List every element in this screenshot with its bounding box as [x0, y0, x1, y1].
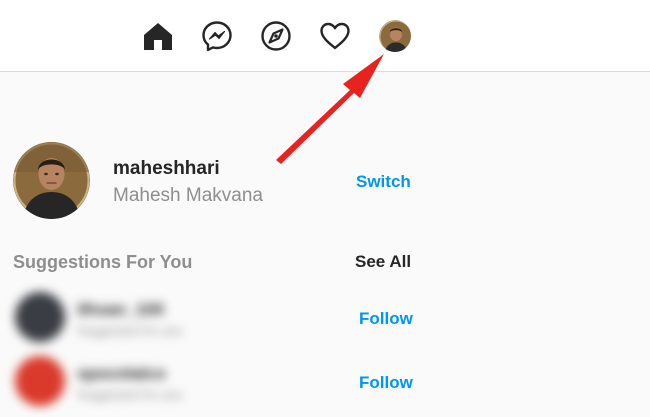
current-account-row: maheshhari Mahesh Makvana Switch [13, 142, 423, 220]
avatar[interactable] [13, 142, 90, 219]
blurred-subtitle: Suggested for you [77, 387, 183, 402]
top-nav-bar [0, 0, 650, 72]
see-all-button[interactable]: See All [355, 252, 411, 272]
list-item: spocnlalco Suggested for you Follow [13, 352, 413, 410]
follow-button[interactable]: Follow [359, 373, 413, 393]
suggestions-heading: Suggestions For You [13, 252, 193, 272]
full-name: Mahesh Makvana [113, 185, 263, 206]
switch-account-button[interactable]: Switch [356, 172, 411, 192]
home-icon[interactable] [141, 19, 175, 53]
username[interactable]: maheshhari [113, 158, 220, 180]
blurred-username[interactable]: ilhsan_100 [77, 300, 164, 320]
blurred-subtitle: Suggested for you [77, 323, 183, 338]
follow-button[interactable]: Follow [359, 309, 413, 329]
avatar[interactable] [15, 356, 65, 406]
avatar[interactable] [15, 292, 65, 342]
explore-compass-icon[interactable] [259, 19, 293, 53]
heart-activity-icon[interactable] [318, 19, 352, 53]
blurred-username[interactable]: spocnlalco [77, 364, 166, 384]
messenger-icon[interactable] [200, 19, 234, 53]
profile-avatar[interactable] [379, 20, 411, 52]
list-item: ilhsan_100 Suggested for you Follow [13, 288, 413, 346]
